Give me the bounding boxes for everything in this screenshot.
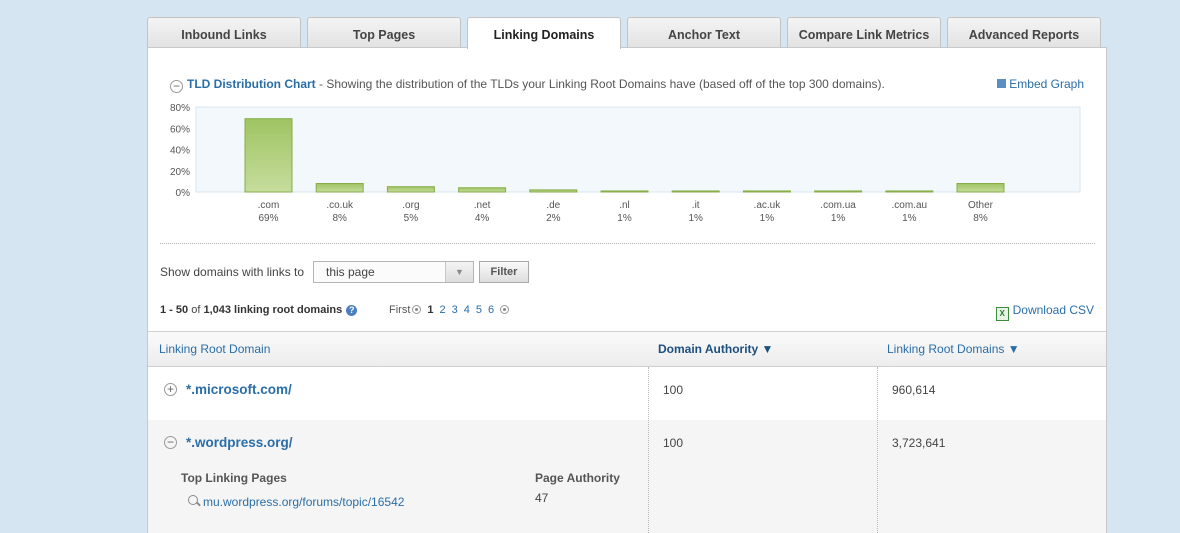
divider xyxy=(160,243,1095,244)
tld-distribution-chart: 80% 60% 40% 20% 0% .com 69% .co.uk 8% .org 5% .net 4… xyxy=(170,103,1081,224)
x-tick-label: .net xyxy=(474,200,491,211)
tab-top-pages[interactable]: Top Pages xyxy=(307,17,461,48)
x-tick-label: .com.ua xyxy=(820,200,856,211)
download-csv-link[interactable]: X Download CSV xyxy=(995,303,1094,321)
page-link-6[interactable]: 6 xyxy=(488,304,494,316)
links-to-select[interactable]: this page ▼ xyxy=(313,261,474,283)
bar xyxy=(458,187,507,193)
x-tick-label: .co.uk xyxy=(326,200,354,211)
x-tick-label: .com xyxy=(258,200,280,211)
data-label: 1% xyxy=(760,213,775,224)
tab-advanced-reports[interactable]: Advanced Reports xyxy=(947,17,1101,48)
column-divider xyxy=(648,367,649,533)
x-tick-label: .de xyxy=(546,200,560,211)
tab-bar: Inbound Links Top Pages Linking Domains … xyxy=(147,17,1107,49)
page-link-3[interactable]: 3 xyxy=(452,304,458,316)
domain-authority-value: 100 xyxy=(663,436,684,450)
linking-root-domains-value: 3,723,641 xyxy=(892,436,946,450)
col-linking-root-domains[interactable]: Linking Root Domains ▼ xyxy=(887,332,1020,366)
next-page-icon[interactable] xyxy=(500,305,510,314)
page-link-4[interactable]: 4 xyxy=(464,304,470,316)
linking-page-link[interactable]: mu.wordpress.org/forums/topic/16542 xyxy=(203,495,404,509)
tab-inbound-links[interactable]: Inbound Links xyxy=(147,17,301,48)
pagination: First 1 2 3 4 5 6 xyxy=(389,304,510,316)
col-domain-authority[interactable]: Domain Authority ▼ xyxy=(658,332,773,366)
tab-linking-domains[interactable]: Linking Domains xyxy=(467,17,621,49)
domain-authority-value: 100 xyxy=(663,383,684,397)
y-tick-label: 40% xyxy=(170,146,190,157)
x-tick-label: .ac.uk xyxy=(754,200,782,211)
expand-icon[interactable]: + xyxy=(164,383,177,396)
table-row: + *.microsoft.com/ 100 960,614 xyxy=(148,367,1106,420)
question-icon[interactable]: ? xyxy=(346,305,358,316)
bar xyxy=(671,190,720,193)
col-linking-root-domain[interactable]: Linking Root Domain xyxy=(159,332,270,366)
page-authority-value: 47 xyxy=(535,491,549,505)
data-label: 5% xyxy=(404,213,419,224)
search-icon xyxy=(188,495,198,505)
page-authority-header: Page Authority xyxy=(535,471,620,485)
data-label: 2% xyxy=(546,213,561,224)
prev-page-icon[interactable] xyxy=(412,305,422,314)
bar xyxy=(600,190,649,193)
data-label: 1% xyxy=(617,213,632,224)
data-label: 1% xyxy=(902,213,917,224)
column-divider xyxy=(877,367,878,533)
data-label: 69% xyxy=(258,213,278,224)
excel-icon: X xyxy=(995,307,1009,321)
result-suffix: linking root domains xyxy=(234,304,343,316)
result-count: 1 - 50 of 1,043 linking root domains? xyxy=(160,304,358,316)
bar xyxy=(742,190,791,193)
tab-anchor-text[interactable]: Anchor Text xyxy=(627,17,781,48)
bar xyxy=(386,186,435,193)
x-tick-label: .it xyxy=(692,200,700,211)
result-range: 1 - 50 xyxy=(160,304,189,316)
domain-link[interactable]: *.wordpress.org/ xyxy=(186,435,293,450)
data-label: 8% xyxy=(973,213,988,224)
bar xyxy=(956,183,1005,193)
data-label: 1% xyxy=(831,213,846,224)
bar xyxy=(529,189,578,193)
download-csv-label: Download CSV xyxy=(1012,303,1094,317)
domain-link[interactable]: *.microsoft.com/ xyxy=(186,382,292,397)
y-tick-label: 20% xyxy=(170,167,190,178)
bar xyxy=(315,183,364,193)
page-link-2[interactable]: 2 xyxy=(440,304,446,316)
y-tick-label: 60% xyxy=(170,124,190,135)
x-tick-label: Other xyxy=(968,200,994,211)
data-label: 4% xyxy=(475,213,490,224)
filter-label: Show domains with links to xyxy=(160,265,305,279)
x-tick-label: .com.au xyxy=(892,200,928,211)
y-tick-label: 0% xyxy=(176,188,191,199)
bar xyxy=(244,118,293,193)
linking-domains-panel: − TLD Distribution Chart - Showing the di… xyxy=(147,47,1107,533)
plot-area xyxy=(195,106,1081,193)
table-row: − *.wordpress.org/ 100 3,723,641 Top Lin… xyxy=(148,420,1106,533)
linking-root-domains-value: 960,614 xyxy=(892,383,936,397)
links-to-selected-value: this page xyxy=(326,265,375,279)
result-total: 1,043 xyxy=(203,304,231,316)
data-label: 8% xyxy=(332,213,347,224)
page-link-5[interactable]: 5 xyxy=(476,304,482,316)
pager-first[interactable]: First xyxy=(389,304,410,316)
x-tick-label: .org xyxy=(402,200,419,211)
bar xyxy=(814,190,863,193)
x-tick-label: .nl xyxy=(619,200,630,211)
data-label: 1% xyxy=(688,213,703,224)
table-header: Linking Root Domain Domain Authority ▼ L… xyxy=(148,331,1106,367)
chevron-down-icon: ▼ xyxy=(445,262,473,282)
bar xyxy=(885,190,934,193)
page-link-1[interactable]: 1 xyxy=(427,304,433,316)
collapse-row-icon[interactable]: − xyxy=(164,436,177,449)
result-of: of xyxy=(191,304,201,316)
tab-compare-link-metrics[interactable]: Compare Link Metrics xyxy=(787,17,941,48)
filter-button[interactable]: Filter xyxy=(479,261,529,283)
top-linking-pages-header: Top Linking Pages xyxy=(181,471,287,485)
y-tick-label: 80% xyxy=(170,103,190,114)
